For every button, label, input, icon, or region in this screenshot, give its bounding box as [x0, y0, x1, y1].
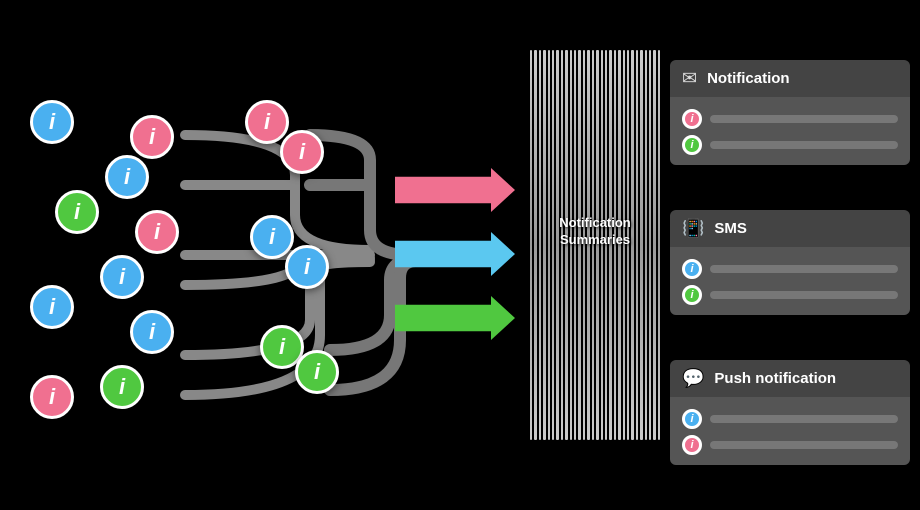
- panel-push-notification: 💬 Push notification i i: [670, 360, 910, 465]
- panel-sms-title: SMS: [714, 220, 747, 237]
- circle-green-4: i: [295, 350, 339, 394]
- circle-blue-5: i: [130, 310, 174, 354]
- panel-dot-pink: i: [682, 109, 702, 129]
- circle-pink-2: i: [130, 115, 174, 159]
- fan-line: [539, 50, 541, 440]
- fan-line: [530, 50, 532, 440]
- panel-dot-green: i: [682, 135, 702, 155]
- panel-line: [710, 141, 898, 149]
- panel-notification-header: ✉ Notification: [670, 60, 910, 97]
- circle-blue-1: i: [30, 100, 74, 144]
- arrow-green: [395, 296, 515, 340]
- panel-sms-row-1: i: [682, 259, 898, 279]
- panel-line: [710, 291, 898, 299]
- mail-icon: ✉: [682, 68, 697, 89]
- circle-pink-4: i: [245, 100, 289, 144]
- circle-pink-5: i: [280, 130, 324, 174]
- panel-line: [710, 441, 898, 449]
- panel-notification-title: Notification: [707, 70, 790, 87]
- panel-sms-body: i i: [670, 247, 910, 315]
- vibrate-icon: 📳: [682, 218, 704, 239]
- panel-dot-blue: i: [682, 409, 702, 429]
- arrow-blue: [395, 232, 515, 276]
- panel-push-row-2: i: [682, 435, 898, 455]
- arrow-pink: [395, 168, 515, 212]
- panel-line: [710, 415, 898, 423]
- panel-sms-header: 📳 SMS: [670, 210, 910, 247]
- panel-notification-row-2: i: [682, 135, 898, 155]
- circle-blue-3: i: [105, 155, 149, 199]
- panel-push-body: i i: [670, 397, 910, 465]
- circle-pink-1: i: [30, 375, 74, 419]
- panel-line: [710, 115, 898, 123]
- circle-blue-4: i: [100, 255, 144, 299]
- panel-notification-body: i i: [670, 97, 910, 165]
- fan-line: [534, 50, 536, 440]
- panel-dot-pink: i: [682, 435, 702, 455]
- circle-blue-6: i: [250, 215, 294, 259]
- chat-icon: 💬: [682, 368, 704, 389]
- circle-pink-3: i: [135, 210, 179, 254]
- panel-dot-green: i: [682, 285, 702, 305]
- panel-sms: 📳 SMS i i: [670, 210, 910, 315]
- notification-summaries-label: Notification Summaries: [545, 215, 645, 249]
- circle-green-1: i: [55, 190, 99, 234]
- circle-green-2: i: [100, 365, 144, 409]
- panel-push-row-1: i: [682, 409, 898, 429]
- panel-notification: ✉ Notification i i: [670, 60, 910, 165]
- circle-blue-2: i: [30, 285, 74, 329]
- panel-push-title: Push notification: [714, 370, 836, 387]
- panel-push-header: 💬 Push notification: [670, 360, 910, 397]
- panel-notification-row-1: i: [682, 109, 898, 129]
- panel-line: [710, 265, 898, 273]
- panel-dot-blue: i: [682, 259, 702, 279]
- main-canvas: i i i i i i i i i i i i i i i i: [0, 0, 920, 510]
- fan-line: [649, 50, 651, 440]
- circle-blue-7: i: [285, 245, 329, 289]
- fan-line: [653, 50, 655, 440]
- fan-line: [658, 50, 660, 440]
- panel-sms-row-2: i: [682, 285, 898, 305]
